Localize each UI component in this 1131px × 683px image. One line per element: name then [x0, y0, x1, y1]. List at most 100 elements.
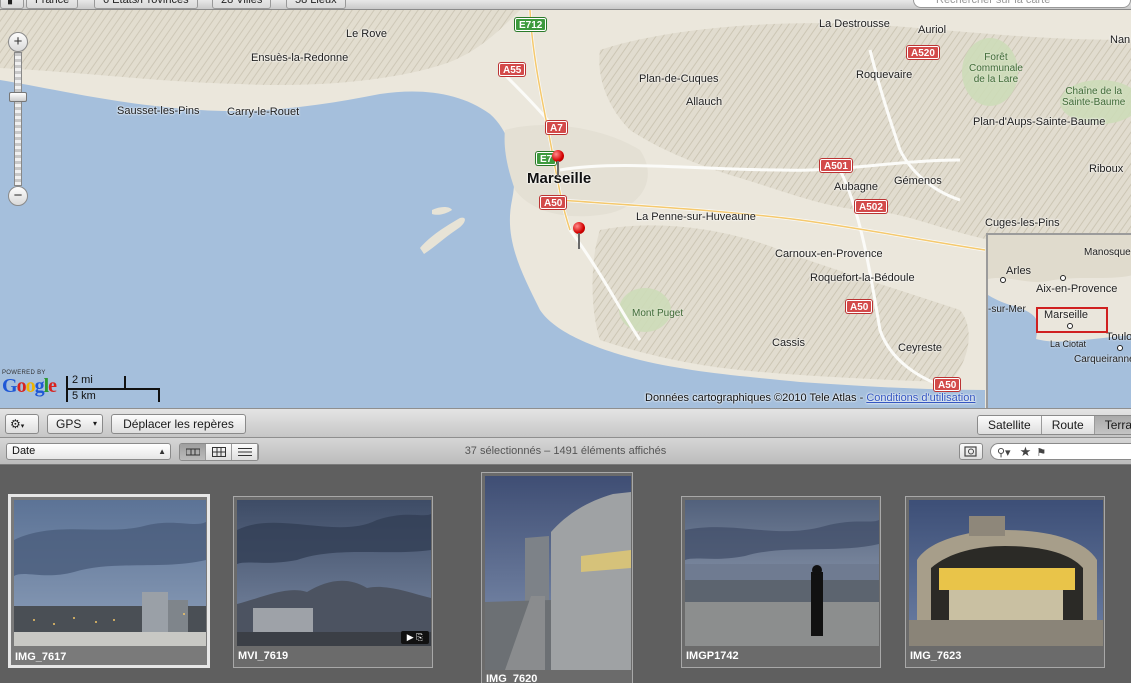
map-type-terrain[interactable]: Terra: [1094, 416, 1131, 434]
photo-tile[interactable]: IMG_7617: [8, 494, 210, 668]
map-label-gemenos: Gémenos: [894, 175, 942, 187]
map-label-riboux: Riboux: [1089, 163, 1124, 175]
map-search-input[interactable]: Rechercher sur la carte: [913, 0, 1131, 8]
road-shield-a55: A55: [499, 63, 526, 76]
gear-menu-button[interactable]: ⚙▾: [5, 414, 39, 434]
zoom-in-button[interactable]: +: [8, 32, 28, 52]
map-type-segmented-control: Satellite Route Terra: [977, 415, 1131, 435]
gear-icon: ⚙: [10, 417, 21, 431]
search-icon: [964, 446, 977, 457]
map-view[interactable]: Le Rove Ensuès-la-Redonne Sausset-les-Pi…: [0, 10, 1131, 408]
photo-image: [909, 500, 1103, 646]
zoom-control: + −: [8, 32, 28, 206]
map-label-plan-de-cuques: Plan-de-Cuques: [639, 73, 719, 85]
map-label-chaine: Chaîne de la Sainte-Baume: [1062, 86, 1126, 108]
video-badge: ▶ ⎘: [401, 631, 429, 644]
photo-thumbnail: [14, 500, 206, 646]
map-label-plan-daups: Plan-d'Aups-Sainte-Baume: [973, 116, 1106, 128]
crumb-country[interactable]: France: [26, 0, 79, 9]
map-copyright: Données cartographiques ©2010 Tele Atlas…: [645, 392, 975, 404]
browser-header-bar: Date ▲ 37 sélectionnés – 1491 éléments a…: [0, 438, 1131, 465]
map-label-auriol: Auriol: [918, 24, 947, 36]
photo-tile[interactable]: ▶ ⎘ MVI_7619: [233, 496, 433, 668]
road-shield-a50-east: A50: [934, 378, 961, 391]
map-label-la-penne: La Penne-sur-Huveaune: [636, 211, 756, 223]
zoom-slider-track[interactable]: [14, 52, 22, 186]
photo-tile[interactable]: IMG_7620: [481, 472, 633, 683]
map-label-cuges: Cuges-les-Pins: [985, 217, 1060, 229]
photo-caption: IMG_7623: [910, 650, 962, 662]
map-label-ceyreste: Ceyreste: [898, 342, 943, 354]
overview-label-manosque: Manosque: [1084, 247, 1131, 258]
terrain-map-graphic: [0, 10, 1131, 408]
flag-icon[interactable]: ⚑: [1036, 447, 1046, 459]
crumb-places[interactable]: 58 Lieux: [286, 0, 346, 9]
map-label-mont-puget: Mont Puget: [632, 308, 684, 319]
overview-label-sur-mer: -sur-Mer: [988, 304, 1026, 315]
photo-caption: MVI_7619: [238, 650, 289, 662]
map-label-cassis: Cassis: [772, 337, 806, 349]
photo-image: [14, 500, 206, 646]
photo-thumbnail: ▶ ⎘: [237, 500, 431, 646]
road-shield-a520: A520: [907, 46, 939, 59]
map-type-satellite[interactable]: Satellite: [978, 416, 1042, 434]
google-logo[interactable]: POWERED BY Google: [2, 370, 57, 397]
overview-city-dot: [1000, 277, 1006, 283]
overview-label-carqueiranne: Carqueiranne: [1074, 354, 1131, 365]
move-pins-button[interactable]: Déplacer les repères: [111, 414, 246, 434]
map-label-roquefort: Roquefort-la-Bédoule: [810, 272, 915, 284]
photo-caption: IMGP1742: [686, 650, 739, 662]
map-type-route[interactable]: Route: [1041, 416, 1095, 434]
world-crumb-icon[interactable]: ▮: [0, 0, 24, 9]
location-crumb-bar: ▮ France 6 États/Provinces 28 Villes 58 …: [0, 0, 1131, 10]
map-label-foret: Forêt Communale de la Lare: [969, 52, 1023, 85]
photo-caption: IMG_7620: [486, 673, 538, 683]
road-shield-a7: A7: [546, 121, 567, 134]
google-wordmark: Google: [2, 375, 57, 397]
map-scale-bar: 2 mi 5 km: [66, 374, 160, 404]
overview-city-dot: [1060, 275, 1066, 281]
map-toolbar: ⚙▾ GPS ▾ Déplacer les repères Satellite …: [0, 408, 1131, 438]
map-pin-marker[interactable]: [573, 222, 585, 250]
filter-field[interactable]: ⚲▾ ★ ⚑: [990, 443, 1131, 460]
map-label-la-destrousse: La Destrousse: [819, 18, 890, 30]
zoom-slider-thumb[interactable]: [9, 92, 27, 102]
overview-label-aix: Aix-en-Provence: [1036, 283, 1118, 295]
crumb-states[interactable]: 6 États/Provinces: [94, 0, 198, 9]
map-label-le-rove: Le Rove: [346, 28, 387, 40]
overview-minimap[interactable]: Manosque Arles Aix-en-Provence -sur-Mer …: [986, 233, 1131, 408]
map-label-nans: Nan: [1110, 34, 1131, 46]
search-photos-button[interactable]: [959, 443, 983, 460]
crumb-cities[interactable]: 28 Villes: [212, 0, 272, 9]
photo-browser: IMG_7617 ▶ ⎘ MVI_7619 IMG_7620 IMGP1742 …: [0, 466, 1131, 683]
photo-caption: IMG_7617: [15, 651, 67, 663]
scale-miles-label: 2 mi: [72, 374, 93, 386]
terms-link[interactable]: Conditions d'utilisation: [866, 392, 975, 404]
map-label-roquevaire: Roquevaire: [856, 69, 913, 81]
photo-image: [485, 476, 631, 670]
map-label-carnoux: Carnoux-en-Provence: [775, 248, 883, 260]
photo-thumbnail: [909, 500, 1103, 646]
magnifier-icon: ⚲▾: [997, 447, 1011, 459]
photo-tile[interactable]: IMG_7623: [905, 496, 1105, 668]
road-shield-a501: A501: [820, 159, 852, 172]
road-shield-e712: E712: [515, 18, 547, 31]
gps-popup-button[interactable]: GPS ▾: [47, 414, 103, 434]
photo-tile[interactable]: IMGP1742: [681, 496, 881, 668]
copyright-text: Données cartographiques ©2010 Tele Atlas…: [645, 392, 867, 404]
road-shield-a50-west: A50: [540, 196, 567, 209]
map-label-allauch: Allauch: [686, 96, 723, 108]
star-icon[interactable]: ★: [1020, 444, 1032, 459]
map-pin-marker[interactable]: [552, 150, 564, 178]
photo-thumbnail: [485, 476, 631, 670]
map-label-sausset: Sausset-les-Pins: [117, 105, 200, 117]
overview-viewport-rect[interactable]: [1036, 307, 1108, 333]
overview-city-dot: [1117, 345, 1123, 351]
overview-label-la-ciotat: La Ciotat: [1050, 339, 1087, 349]
photo-thumbnail: [685, 500, 879, 646]
overview-label-arles: Arles: [1006, 265, 1032, 277]
zoom-out-button[interactable]: −: [8, 186, 28, 206]
photo-image: [685, 500, 879, 646]
gps-label: GPS: [56, 417, 82, 431]
map-label-aubagne: Aubagne: [834, 181, 879, 193]
